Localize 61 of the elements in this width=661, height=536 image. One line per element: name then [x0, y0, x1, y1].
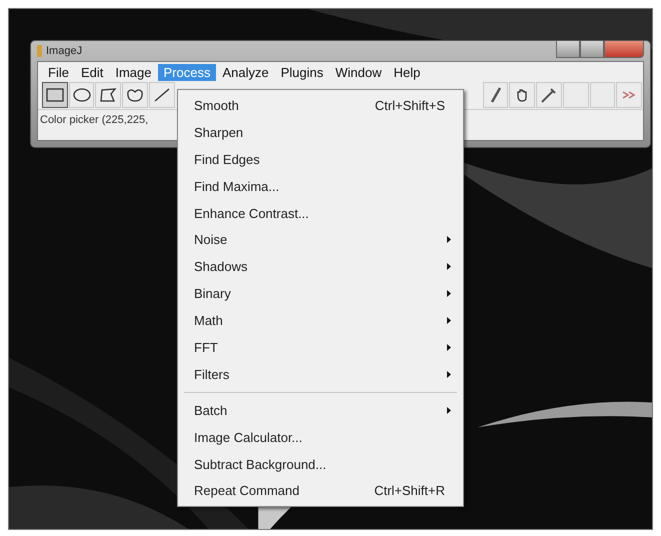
dropper-icon: [540, 87, 557, 103]
entry-label: FFT: [194, 340, 218, 355]
brush-icon: [488, 87, 503, 103]
submenu-arrow-icon: [447, 344, 451, 351]
menu-entry[interactable]: Find Maxima...: [178, 172, 463, 200]
menu-entry[interactable]: Shadows: [178, 253, 463, 280]
hand-icon: [516, 88, 528, 102]
entry-label: Subtract Background...: [194, 456, 326, 472]
menu-item[interactable]: Plugins: [274, 64, 330, 80]
more-icon: [622, 91, 636, 99]
entry-label: Find Maxima...: [194, 178, 280, 194]
menu-entry[interactable]: Math: [178, 307, 463, 334]
polygon-icon: [99, 88, 118, 102]
oval-icon: [72, 88, 91, 102]
submenu-arrow-icon: [447, 317, 451, 324]
entry-label: Binary: [194, 286, 231, 302]
entry-label: Find Edges: [194, 152, 260, 167]
menu-entry[interactable]: Find Edges: [178, 146, 463, 173]
menu-item[interactable]: Edit: [74, 64, 110, 80]
entry-label: Enhance Contrast...: [194, 206, 309, 220]
menu-item[interactable]: Window: [329, 64, 388, 80]
entry-label: Smooth: [194, 98, 239, 113]
menu-entry[interactable]: Subtract Background...: [178, 450, 463, 478]
shortcut-text: Ctrl+Shift+R: [374, 483, 446, 498]
menu-entry[interactable]: Enhance Contrast...: [178, 200, 463, 226]
menu-entry[interactable]: Filters: [178, 360, 463, 388]
entry-label: Shadows: [194, 259, 248, 274]
maximize-button[interactable]: [580, 41, 604, 58]
minimize-button[interactable]: [556, 41, 580, 58]
entry-label: Filters: [194, 366, 230, 382]
menu-item[interactable]: Help: [388, 64, 426, 80]
entry-label: Sharpen: [194, 124, 244, 140]
app-icon: [37, 45, 42, 57]
menu-entry[interactable]: Batch: [178, 396, 463, 424]
submenu-arrow-icon: [447, 406, 451, 414]
status-text: Color picker (225,225,: [39, 113, 150, 126]
submenu-arrow-icon: [447, 236, 451, 244]
submenu-arrow-icon: [447, 370, 451, 378]
entry-label: Batch: [194, 402, 228, 418]
menu-entry[interactable]: Binary: [178, 280, 463, 308]
tool-button[interactable]: [42, 82, 68, 108]
menu-entry[interactable]: Image Calculator...: [178, 424, 463, 451]
entry-label: Math: [194, 313, 223, 328]
menu-entry[interactable]: Repeat Command Ctrl+Shift+R: [178, 477, 463, 504]
menu-entry[interactable]: Smooth Ctrl+Shift+S: [178, 92, 463, 119]
line-icon: [152, 88, 171, 102]
menu-item[interactable]: Image: [109, 64, 158, 80]
submenu-arrow-icon: [447, 263, 451, 270]
menu-entry[interactable]: FFT: [178, 334, 463, 361]
entry-label: Repeat Command: [194, 483, 300, 498]
entry-label: Noise: [194, 232, 228, 248]
rectangle-icon: [46, 88, 64, 102]
menu-entry[interactable]: Noise: [178, 226, 463, 254]
menu-item[interactable]: File: [42, 64, 75, 80]
shortcut-text: Ctrl+Shift+S: [374, 98, 446, 113]
freehand-icon: [126, 88, 144, 102]
menu-entry[interactable]: Sharpen: [178, 118, 463, 146]
entry-label: Image Calculator...: [194, 430, 302, 445]
menu-item[interactable]: Analyze: [216, 64, 275, 80]
window-title: ImageJ: [46, 45, 82, 57]
submenu-arrow-icon: [447, 290, 451, 298]
